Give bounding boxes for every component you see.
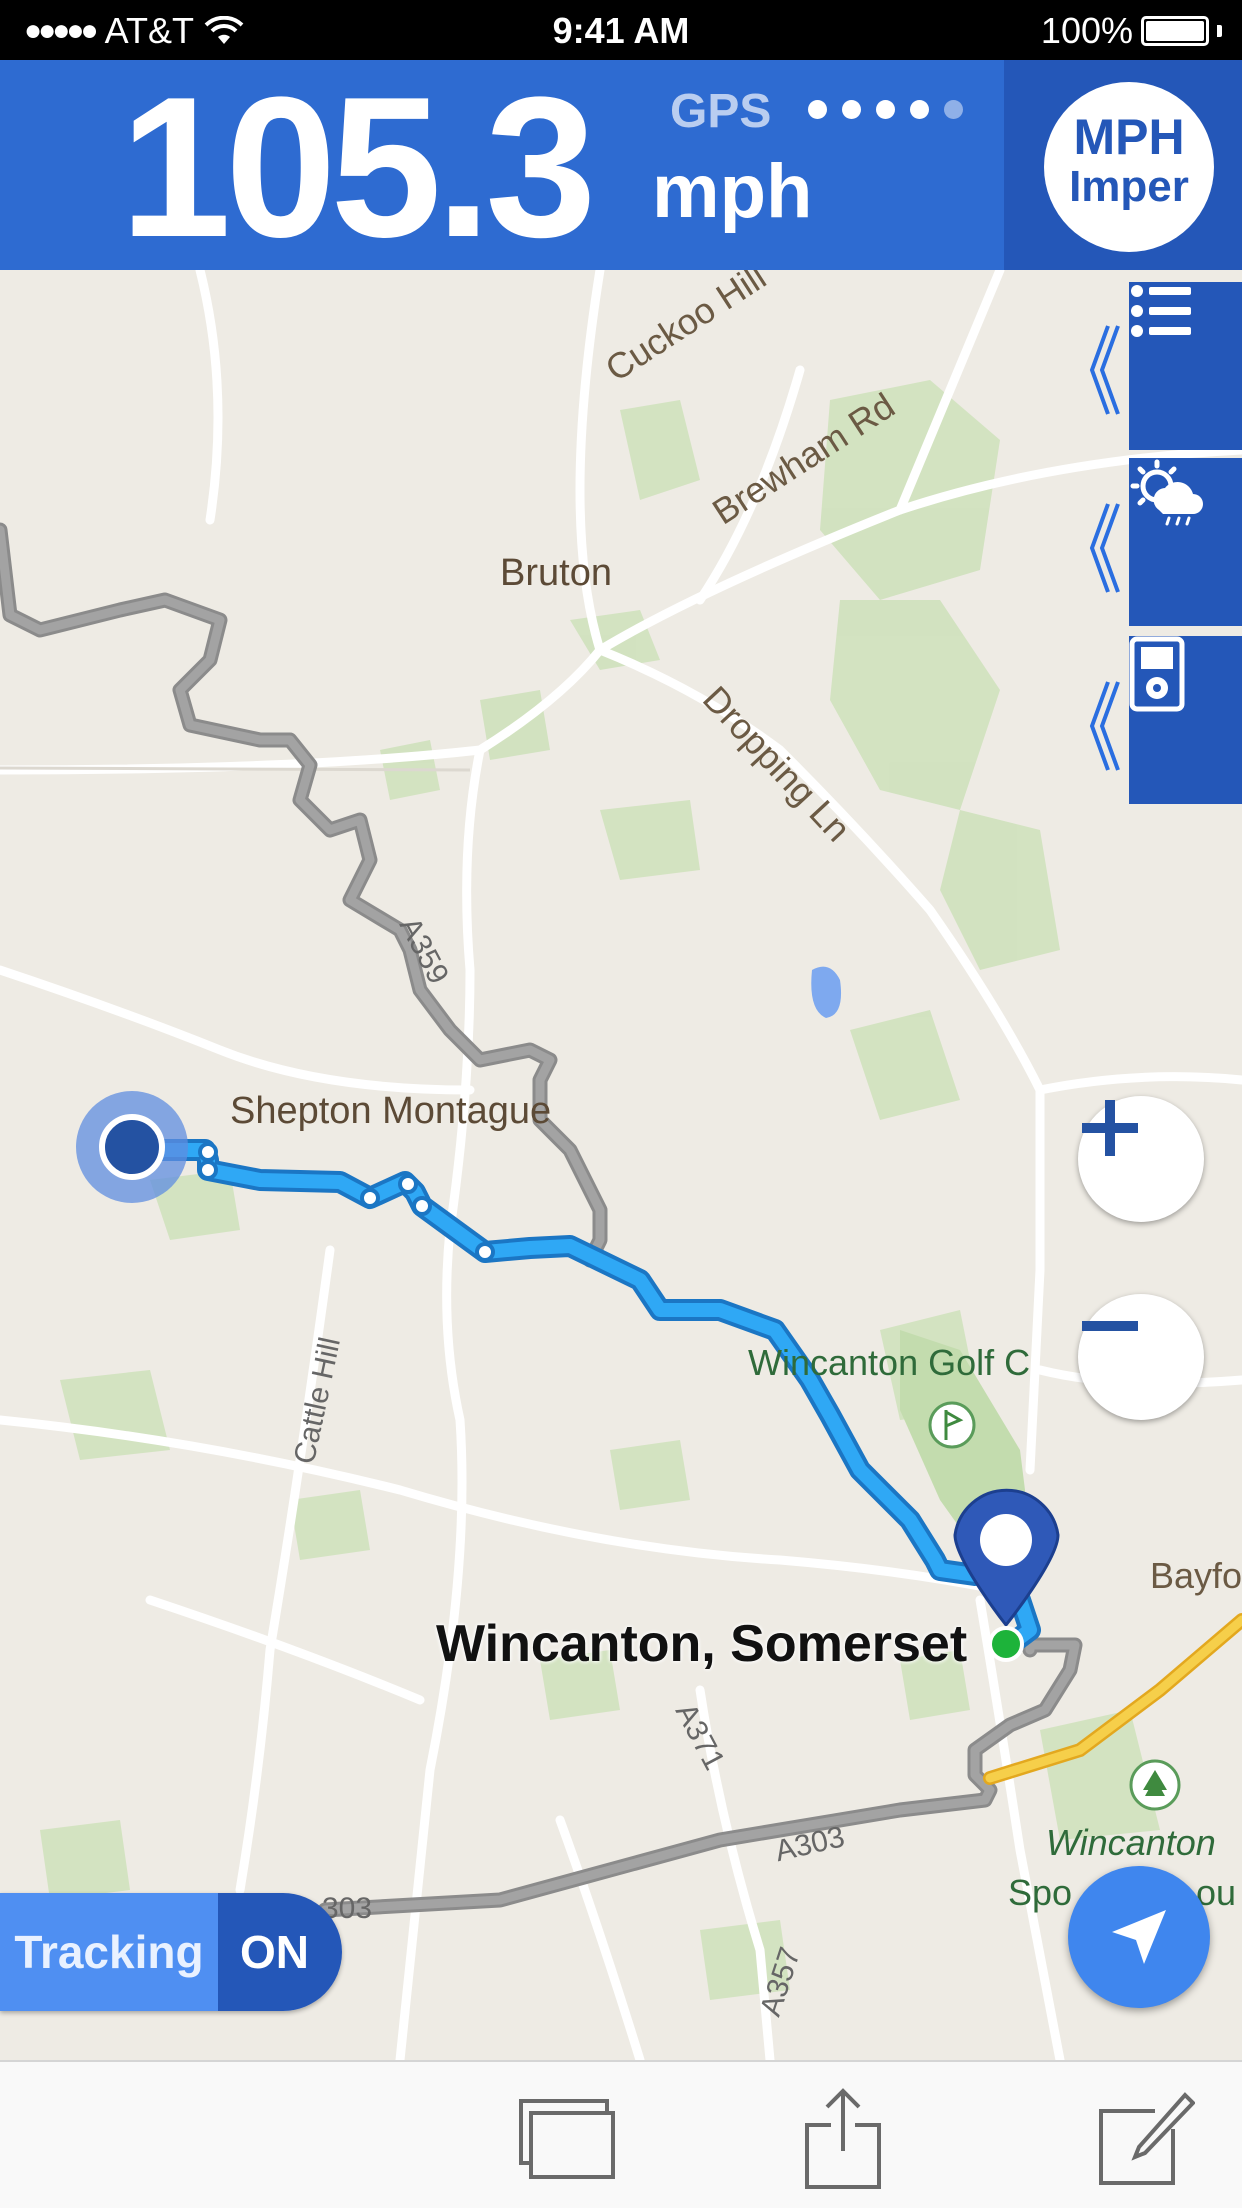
park-poi-icon	[1129, 1759, 1181, 1811]
gps-signal-indicator	[808, 100, 963, 119]
gps-signal-dot	[808, 100, 827, 119]
map-label-sports-line2a: Spo	[1008, 1872, 1073, 1913]
list-button[interactable]	[1129, 282, 1242, 450]
map-label-shepton-montague: Shepton Montague	[230, 1090, 552, 1132]
map-label-bayford: Bayfo	[1150, 1555, 1242, 1596]
navigation-arrow-icon	[1112, 1910, 1166, 1964]
battery-icon	[1141, 16, 1209, 46]
compose-icon	[1099, 2092, 1195, 2185]
tracking-label: Tracking	[0, 1893, 218, 2011]
unit-panel: MPH Imper	[1004, 60, 1242, 270]
speed-header: 105.3 GPS mph MPH Imper	[0, 60, 1242, 270]
unit-toggle-button[interactable]: MPH Imper	[1044, 82, 1214, 252]
gps-label: GPS	[670, 85, 772, 138]
tabs-icon	[519, 2099, 615, 2179]
battery-group: 100%	[1041, 10, 1222, 52]
music-player-icon	[1129, 636, 1185, 712]
tracking-toggle[interactable]: Tracking ON	[0, 1893, 342, 2011]
gps-signal-dot	[910, 100, 929, 119]
zoom-out-button[interactable]	[1078, 1294, 1204, 1420]
lake	[811, 966, 842, 1018]
status-bar: ●●●●● AT&T 9:41 AM 100%	[0, 0, 1242, 60]
unit-toggle-line1: MPH	[1073, 109, 1185, 165]
speed-unit: mph	[652, 149, 813, 234]
map-label-wincanton-sports: Wincanton	[1046, 1822, 1216, 1863]
gps-signal-dot	[876, 100, 895, 119]
compose-button[interactable]	[1090, 2084, 1200, 2194]
battery-tip	[1217, 25, 1222, 37]
zoom-in-button[interactable]	[1078, 1096, 1204, 1222]
current-location-dot	[99, 1114, 165, 1180]
bottom-toolbar	[0, 2060, 1242, 2208]
share-button[interactable]	[788, 2084, 898, 2194]
weather-icon	[1130, 459, 1203, 526]
golf-poi-icon	[928, 1401, 976, 1449]
weather-button[interactable]	[1129, 458, 1242, 626]
music-player-button[interactable]	[1129, 636, 1242, 804]
tabs-button[interactable]	[512, 2084, 622, 2194]
list-icon	[1131, 285, 1191, 337]
speed-value: 105.3	[120, 56, 596, 279]
map-canvas	[0, 270, 1242, 2060]
chevron-left-icon[interactable]	[1082, 498, 1122, 598]
battery-percent: 100%	[1040, 10, 1133, 51]
chevron-left-icon[interactable]	[1082, 676, 1122, 776]
unit-toggle-line2: Imper	[1069, 162, 1189, 211]
locate-me-button[interactable]	[1068, 1866, 1210, 2008]
chevron-left-icon[interactable]	[1082, 320, 1122, 420]
map-label-bruton: Bruton	[500, 552, 612, 594]
gps-signal-dot	[842, 100, 861, 119]
share-icon	[805, 2088, 881, 2189]
map-label-wincanton-golf: Wincanton Golf C	[748, 1342, 1031, 1383]
gps-signal-dot	[944, 100, 963, 119]
minus-icon	[1082, 1321, 1138, 1331]
tracking-state: ON	[218, 1893, 342, 2011]
destination-pin-icon	[953, 1488, 1060, 1662]
plus-icon	[1082, 1100, 1138, 1156]
map-view[interactable]: Cuckoo Hill Brewham Rd Bruton Dropping L…	[0, 270, 1242, 2060]
map-label-wincanton-somerset: Wincanton, Somerset	[436, 1615, 968, 1673]
